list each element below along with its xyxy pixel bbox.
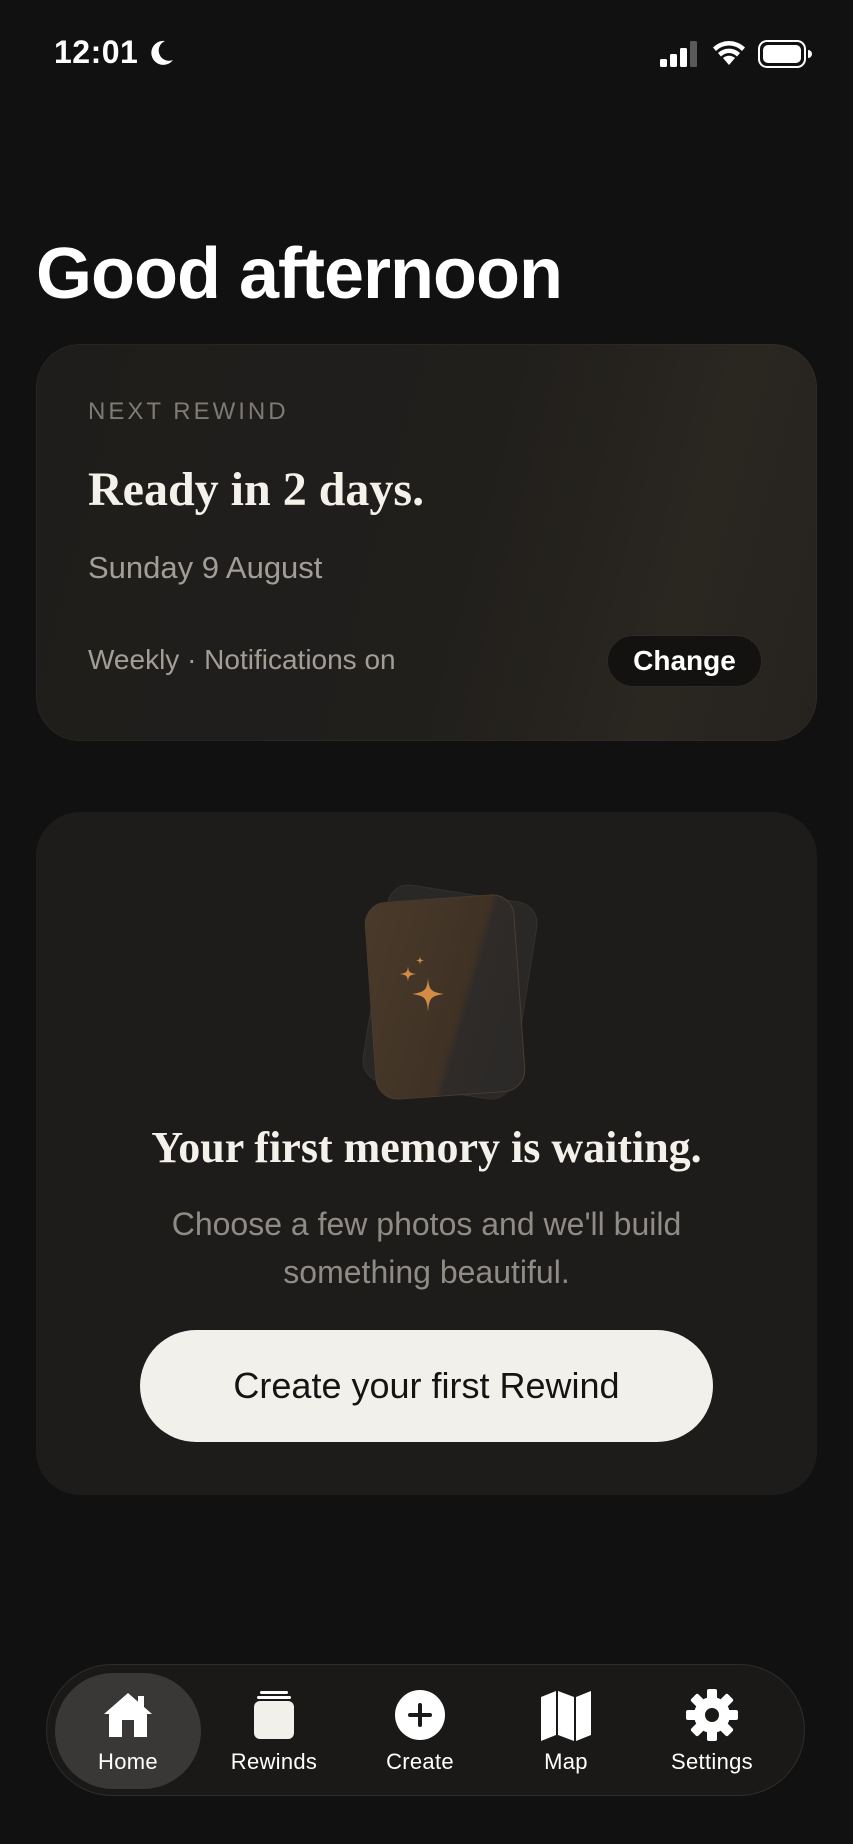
- tab-label: Map: [544, 1749, 588, 1774]
- status-time: 12:01: [54, 34, 139, 70]
- tab-label: Create: [386, 1749, 454, 1774]
- tab-home[interactable]: Home: [55, 1673, 201, 1789]
- gear-icon: [686, 1689, 738, 1741]
- status-bar: 12:01: [0, 0, 853, 110]
- tab-label: Settings: [671, 1749, 753, 1774]
- tab-label: Rewinds: [230, 1749, 318, 1774]
- next-rewind-card: NEXT REWIND Ready in 2 days. Sunday 9 Au…: [36, 344, 817, 741]
- next-rewind-settings: Weekly · Notifications on: [88, 644, 396, 675]
- plus-circle-icon: [395, 1690, 445, 1740]
- signal-icon: [660, 41, 697, 67]
- home-icon: [104, 1693, 152, 1737]
- next-rewind-date: Sunday 9 August: [88, 550, 323, 585]
- change-button[interactable]: Change: [607, 635, 762, 687]
- empty-state-card: Your first memory is waiting. Choose a f…: [36, 812, 817, 1495]
- sparkle-icon: [400, 956, 444, 1012]
- tab-settings[interactable]: Settings: [639, 1673, 785, 1789]
- next-rewind-title: Ready in 2 days.: [88, 463, 425, 516]
- stack-icon: [254, 1691, 294, 1739]
- next-rewind-eyebrow: NEXT REWIND: [88, 398, 289, 425]
- tab-create[interactable]: Create: [347, 1673, 493, 1789]
- tab-rewinds[interactable]: Rewinds: [201, 1673, 347, 1789]
- battery-icon: [758, 40, 812, 68]
- empty-state-subtitle: Choose a few photos and we'll build some…: [171, 1206, 682, 1290]
- wifi-icon: [713, 41, 745, 65]
- tab-label: Home: [98, 1749, 158, 1774]
- moon-icon: [151, 40, 173, 65]
- tab-map[interactable]: Map: [493, 1673, 639, 1789]
- map-icon: [541, 1691, 591, 1741]
- tab-bar: Home Rewinds Create Map Settings: [46, 1664, 805, 1796]
- empty-state-title: Your first memory is waiting.: [151, 1123, 702, 1172]
- create-first-rewind-button[interactable]: Create your first Rewind: [140, 1330, 713, 1442]
- page-title: Good afternoon: [36, 234, 563, 314]
